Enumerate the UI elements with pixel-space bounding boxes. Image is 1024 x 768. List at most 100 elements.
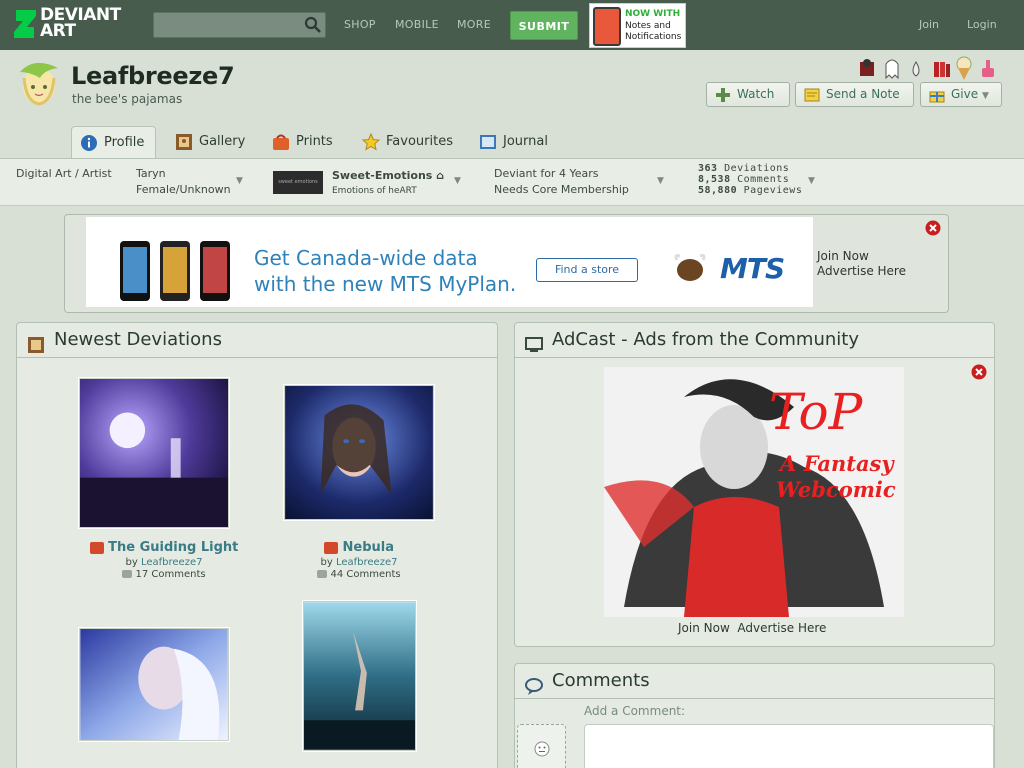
group-dropdown-icon[interactable]: ▼ [454, 176, 461, 186]
membership-dropdown-icon[interactable]: ▼ [657, 176, 664, 186]
tab-journal[interactable]: Journal [471, 126, 548, 158]
nav-mobile[interactable]: MOBILE [395, 18, 439, 31]
badge-icons [860, 56, 994, 80]
phone-icon [593, 7, 621, 46]
badge-drop-icon [912, 61, 920, 77]
adcast-title: AdCast - Ads from the Community [552, 329, 859, 350]
profile-tagline: the bee's pajamas [72, 92, 183, 106]
watch-plus-icon [716, 88, 730, 102]
ad-join-link[interactable]: Join Now [817, 249, 906, 264]
adcast-links: Join Now Advertise Here [678, 621, 826, 635]
newest-deviations-title: Newest Deviations [54, 329, 222, 350]
author-link[interactable]: Leafbreeze7 [141, 557, 203, 568]
commenter-avatar-placeholder [517, 724, 566, 768]
ad-links: Join Now Advertise Here [817, 249, 906, 279]
adcast-header: AdCast - Ads from the Community [514, 329, 995, 357]
deviantart-logo-icon[interactable] [14, 10, 36, 42]
group-thumbnail[interactable]: sweet emotions [273, 171, 323, 194]
deviantart-logo-text[interactable]: DEVIANT ART [40, 7, 121, 40]
prints-bag-icon [273, 134, 289, 150]
watch-button[interactable]: Watch [706, 82, 790, 107]
join-link[interactable]: Join [919, 18, 939, 31]
newest-deviations-header: Newest Deviations [16, 329, 498, 357]
info-icon [81, 135, 97, 151]
badge-hand-icon [982, 60, 994, 77]
deviation-bag-icon [323, 541, 338, 554]
comments-header: Comments [514, 670, 995, 698]
artist-name: Taryn [136, 167, 166, 180]
stats-dropdown-icon[interactable]: ▼ [808, 176, 815, 186]
comment-bubble-icon [317, 570, 328, 578]
deviation-author-line: by Leafbreeze7 [125, 557, 203, 568]
divider [515, 357, 994, 358]
tab-favourites[interactable]: Favourites [354, 126, 453, 158]
deviation-thumbnail-ice[interactable] [79, 628, 229, 741]
tab-profile-label: Profile [104, 135, 145, 150]
deviation-bag-icon [89, 541, 104, 554]
adcast-image[interactable]: ToP A Fantasy Webcomic [604, 367, 904, 617]
avatar[interactable] [14, 58, 64, 108]
adcast-art-sub2: Webcomic [776, 477, 896, 502]
watch-label: Watch [737, 87, 775, 101]
tab-favourites-label: Favourites [386, 134, 453, 149]
personal-info-dropdown-icon[interactable]: ▼ [236, 176, 243, 186]
comment-textarea[interactable] [584, 724, 994, 768]
add-comment-label: Add a Comment: [584, 704, 686, 718]
search-input[interactable] [153, 12, 326, 38]
profile-stats: 363 Deviations 8,538 Comments 58,880 Pag… [698, 163, 802, 196]
artist-gender: Female/Unknown [136, 183, 231, 196]
tab-gallery-label: Gallery [199, 134, 246, 149]
adcast-art-title: ToP [769, 383, 864, 441]
notes-promo-banner[interactable]: NOW WITH Notes and Notifications [589, 3, 686, 48]
close-adcast-icon[interactable] [971, 364, 987, 380]
deviation-thumbnail-nebula[interactable] [284, 385, 434, 520]
deviations-frame-icon [28, 337, 44, 353]
group-name[interactable]: Sweet-Emotions ⌂ [332, 168, 444, 183]
note-icon [804, 88, 820, 102]
tab-profile[interactable]: Profile [71, 126, 156, 159]
divider [17, 357, 497, 358]
close-ad-icon[interactable] [925, 220, 941, 236]
bison-mascot-icon [674, 254, 706, 281]
speech-bubble-icon [525, 678, 543, 695]
profile-username[interactable]: Leafbreeze7 [71, 62, 235, 90]
stat-deviations: 363 Deviations [698, 163, 790, 174]
deviation-title-nebula[interactable]: Nebula [284, 540, 434, 555]
membership-status: Needs Core Membership [494, 183, 629, 196]
gift-icon [929, 91, 945, 103]
adcast-advertise-link[interactable]: Advertise Here [737, 621, 826, 635]
tab-gallery[interactable]: Gallery [167, 126, 245, 158]
group-tagline: Emotions of heART [332, 186, 417, 196]
send-note-button[interactable]: Send a Note [795, 82, 914, 107]
star-icon [362, 133, 380, 151]
deviation-comments-count[interactable]: 44 Comments [284, 569, 434, 580]
give-label: Give [951, 87, 979, 101]
tab-journal-label: Journal [503, 134, 548, 149]
tab-prints[interactable]: Prints [264, 126, 333, 158]
nav-shop[interactable]: SHOP [344, 18, 376, 31]
badge-ghost-icon [885, 59, 899, 80]
login-link[interactable]: Login [967, 18, 997, 31]
nav-more[interactable]: MORE [457, 18, 491, 31]
phones-image [120, 241, 230, 301]
give-dropdown-caret-icon: ▼ [981, 91, 989, 101]
badge-books-icon [934, 62, 950, 77]
deviation-thumbnail-guiding-light[interactable] [79, 378, 229, 528]
adcast-join-link[interactable]: Join Now [678, 621, 730, 635]
promo-subtext: Notes and Notifications [625, 21, 682, 42]
submit-button[interactable]: SUBMIT [510, 11, 578, 40]
journal-icon [480, 135, 496, 149]
promo-headline: NOW WITH [625, 9, 681, 19]
adcast-art-sub1: A Fantasy [778, 451, 895, 476]
deviation-comments-count[interactable]: 17 Comments [79, 569, 249, 580]
find-store-button[interactable]: Find a store [536, 258, 638, 282]
ad-brand-logo: MTS [720, 252, 785, 285]
deviation-thumbnail-underwater[interactable] [303, 601, 416, 751]
ad-advertise-link[interactable]: Advertise Here [817, 264, 906, 279]
give-button[interactable]: Give ▼ [920, 82, 1002, 107]
badge-icecream-icon [956, 56, 972, 80]
author-link[interactable]: Leafbreeze7 [336, 557, 398, 568]
monitor-icon [525, 337, 543, 352]
search-icon[interactable] [304, 16, 322, 34]
deviation-title-guiding-light[interactable]: The Guiding Light [79, 540, 249, 555]
